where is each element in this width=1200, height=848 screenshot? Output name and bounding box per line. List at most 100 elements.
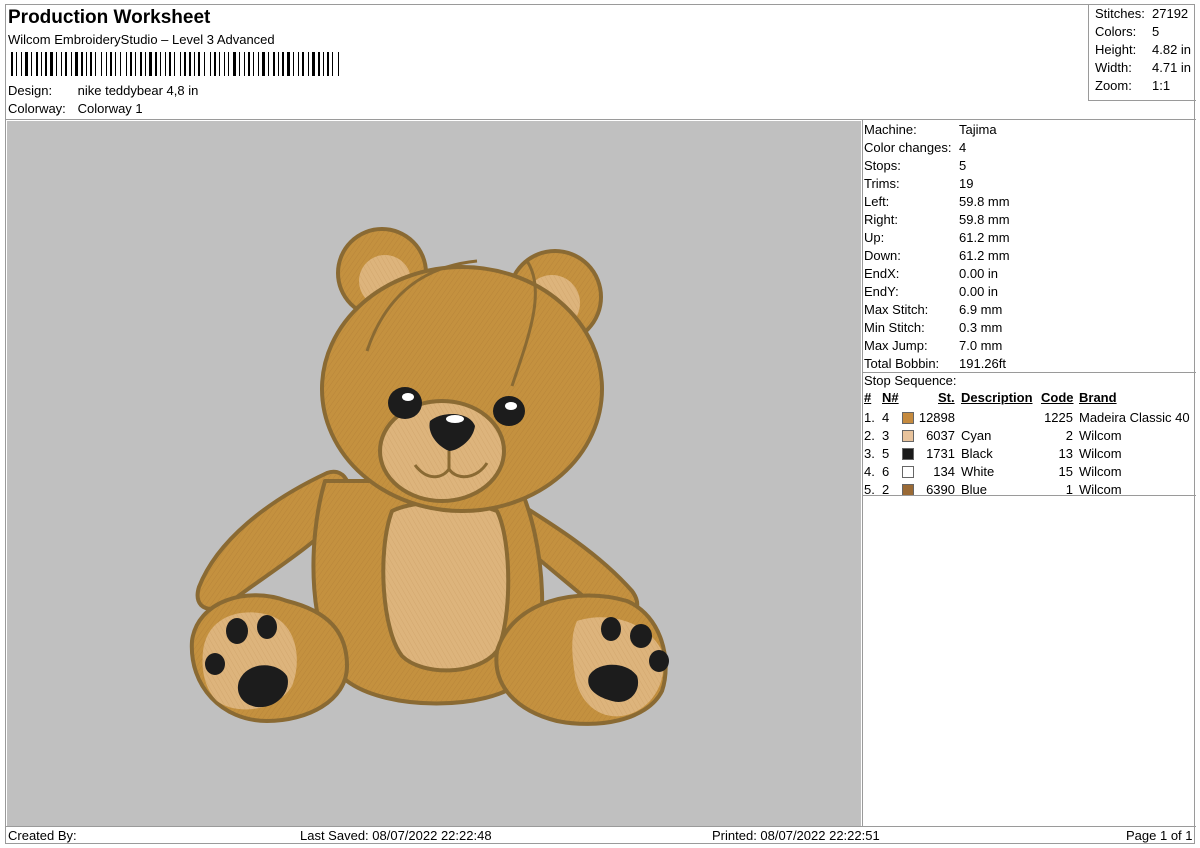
seq-num: 4. <box>864 464 875 479</box>
col-description: Description <box>961 390 1033 405</box>
detail-row: Left: 59.8 mm <box>864 194 1010 209</box>
detail-label: Machine: <box>864 122 917 137</box>
detail-label: EndY: <box>864 284 899 299</box>
worksheet-header: Production Worksheet Wilcom EmbroiderySt… <box>6 5 1088 119</box>
col-num: # <box>864 390 872 405</box>
seq-brand: Madeira Classic 40 <box>1079 410 1190 425</box>
detail-value: 7.0 mm <box>959 338 1003 353</box>
left-eye <box>388 387 422 419</box>
detail-row: Color changes: 4 <box>864 140 966 155</box>
seq-needle: 3 <box>882 428 890 443</box>
detail-value: 191.26ft <box>959 356 1006 371</box>
summary-label: Colors: <box>1095 24 1137 39</box>
right-eye <box>493 396 525 426</box>
worksheet: Production Worksheet Wilcom EmbroiderySt… <box>5 4 1196 844</box>
design-row: Design: nike teddybear 4,8 in <box>8 83 198 98</box>
detail-row: Max Stitch: 6.9 mm <box>864 302 1002 317</box>
summary-value: 1:1 <box>1152 78 1171 93</box>
seq-stitches: 134 <box>933 464 955 479</box>
detail-row: Up: 61.2 mm <box>864 230 1010 245</box>
barcode <box>11 52 339 76</box>
detail-value: 0.00 in <box>959 266 999 281</box>
seq-stitches: 6037 <box>926 428 955 443</box>
seq-brand: Wilcom <box>1079 446 1122 461</box>
detail-value: 19 <box>959 176 974 191</box>
summary-label: Stitches: <box>1095 6 1145 21</box>
seq-code: 2 <box>1065 428 1073 443</box>
detail-value: 0.00 in <box>959 284 999 299</box>
col-stitches: St. <box>938 390 955 405</box>
seq-code: 13 <box>1058 446 1073 461</box>
stop-sequence-label: Stop Sequence: <box>864 373 957 388</box>
colorway-value: Colorway 1 <box>77 101 143 116</box>
detail-label: EndX: <box>864 266 900 281</box>
seq-needle: 5 <box>882 446 890 461</box>
detail-value: 59.8 mm <box>959 194 1010 209</box>
detail-label: Max Jump: <box>864 338 928 353</box>
seq-description: Black <box>961 446 993 461</box>
seq-code: 1225 <box>1044 410 1073 425</box>
design-value: nike teddybear 4,8 in <box>77 83 199 98</box>
summary-zoom: Zoom: 1:1 <box>1095 78 1170 93</box>
detail-value: 0.3 mm <box>959 320 1003 335</box>
detail-row: Min Stitch: 0.3 mm <box>864 320 1002 335</box>
col-brand: Brand <box>1079 390 1117 405</box>
seq-stitches: 12898 <box>918 410 955 425</box>
detail-label: Up: <box>864 230 885 245</box>
created-by: Created By: <box>8 828 77 843</box>
summary-value: 5 <box>1152 24 1160 39</box>
detail-row: Machine: Tajima <box>864 122 997 137</box>
col-code: Code <box>1041 390 1074 405</box>
detail-value: Tajima <box>959 122 997 137</box>
detail-label: Stops: <box>864 158 901 173</box>
last-saved: Last Saved: 08/07/2022 22:22:48 <box>300 828 492 843</box>
printed-date: Printed: 08/07/2022 22:22:51 <box>712 828 880 843</box>
summary-value: 27192 <box>1152 6 1189 21</box>
teddy-bear-design <box>189 227 669 726</box>
panel-divider <box>862 120 863 827</box>
detail-label: Left: <box>864 194 890 209</box>
detail-value: 6.9 mm <box>959 302 1003 317</box>
software-name: Wilcom EmbroideryStudio – Level 3 Advanc… <box>8 32 275 47</box>
detail-label: Max Stitch: <box>864 302 929 317</box>
detail-row: Total Bobbin: 191.26ft <box>864 356 1006 371</box>
detail-label: Total Bobbin: <box>864 356 940 371</box>
table-bottom-divider <box>862 495 1196 496</box>
detail-label: Color changes: <box>864 140 952 155</box>
seq-brand: Wilcom <box>1079 428 1122 443</box>
detail-label: Trims: <box>864 176 900 191</box>
colorway-label: Colorway: <box>8 101 66 116</box>
summary-stitches: Stitches: 27192 <box>1095 6 1188 21</box>
footer-divider <box>6 826 1196 827</box>
detail-row: Stops: 5 <box>864 158 966 173</box>
summary-width: Width: 4.71 in <box>1095 60 1191 75</box>
seq-code: 15 <box>1058 464 1073 479</box>
detail-row: EndY: 0.00 in <box>864 284 998 299</box>
detail-row: Right: 59.8 mm <box>864 212 1010 227</box>
detail-value: 61.2 mm <box>959 230 1010 245</box>
detail-value: 59.8 mm <box>959 212 1010 227</box>
page-title: Production Worksheet <box>8 7 211 28</box>
belly <box>381 500 511 673</box>
detail-label: Min Stitch: <box>864 320 925 335</box>
detail-value: 61.2 mm <box>959 248 1010 263</box>
summary-colors: Colors: 5 <box>1095 24 1159 39</box>
detail-row: Trims: 19 <box>864 176 973 191</box>
design-summary: Stitches: 27192 Colors: 5 Height: 4.82 in W… <box>1088 5 1196 101</box>
detail-row: Down: 61.2 mm <box>864 248 1010 263</box>
seq-needle: 4 <box>882 410 890 425</box>
summary-value: 4.71 in <box>1152 60 1192 75</box>
col-needle: N# <box>882 390 899 405</box>
detail-row: Max Jump: 7.0 mm <box>864 338 1002 353</box>
summary-height: Height: 4.82 in <box>1095 42 1191 57</box>
design-preview <box>7 121 861 826</box>
seq-num: 1. <box>864 410 875 425</box>
detail-label: Right: <box>864 212 898 227</box>
detail-label: Down: <box>864 248 901 263</box>
summary-value: 4.82 in <box>1152 42 1192 57</box>
seq-stitches: 1731 <box>926 446 955 461</box>
detail-value: 4 <box>959 140 967 155</box>
summary-label: Zoom: <box>1095 78 1132 93</box>
seq-needle: 6 <box>882 464 890 479</box>
colorway-row: Colorway: Colorway 1 <box>8 101 143 116</box>
